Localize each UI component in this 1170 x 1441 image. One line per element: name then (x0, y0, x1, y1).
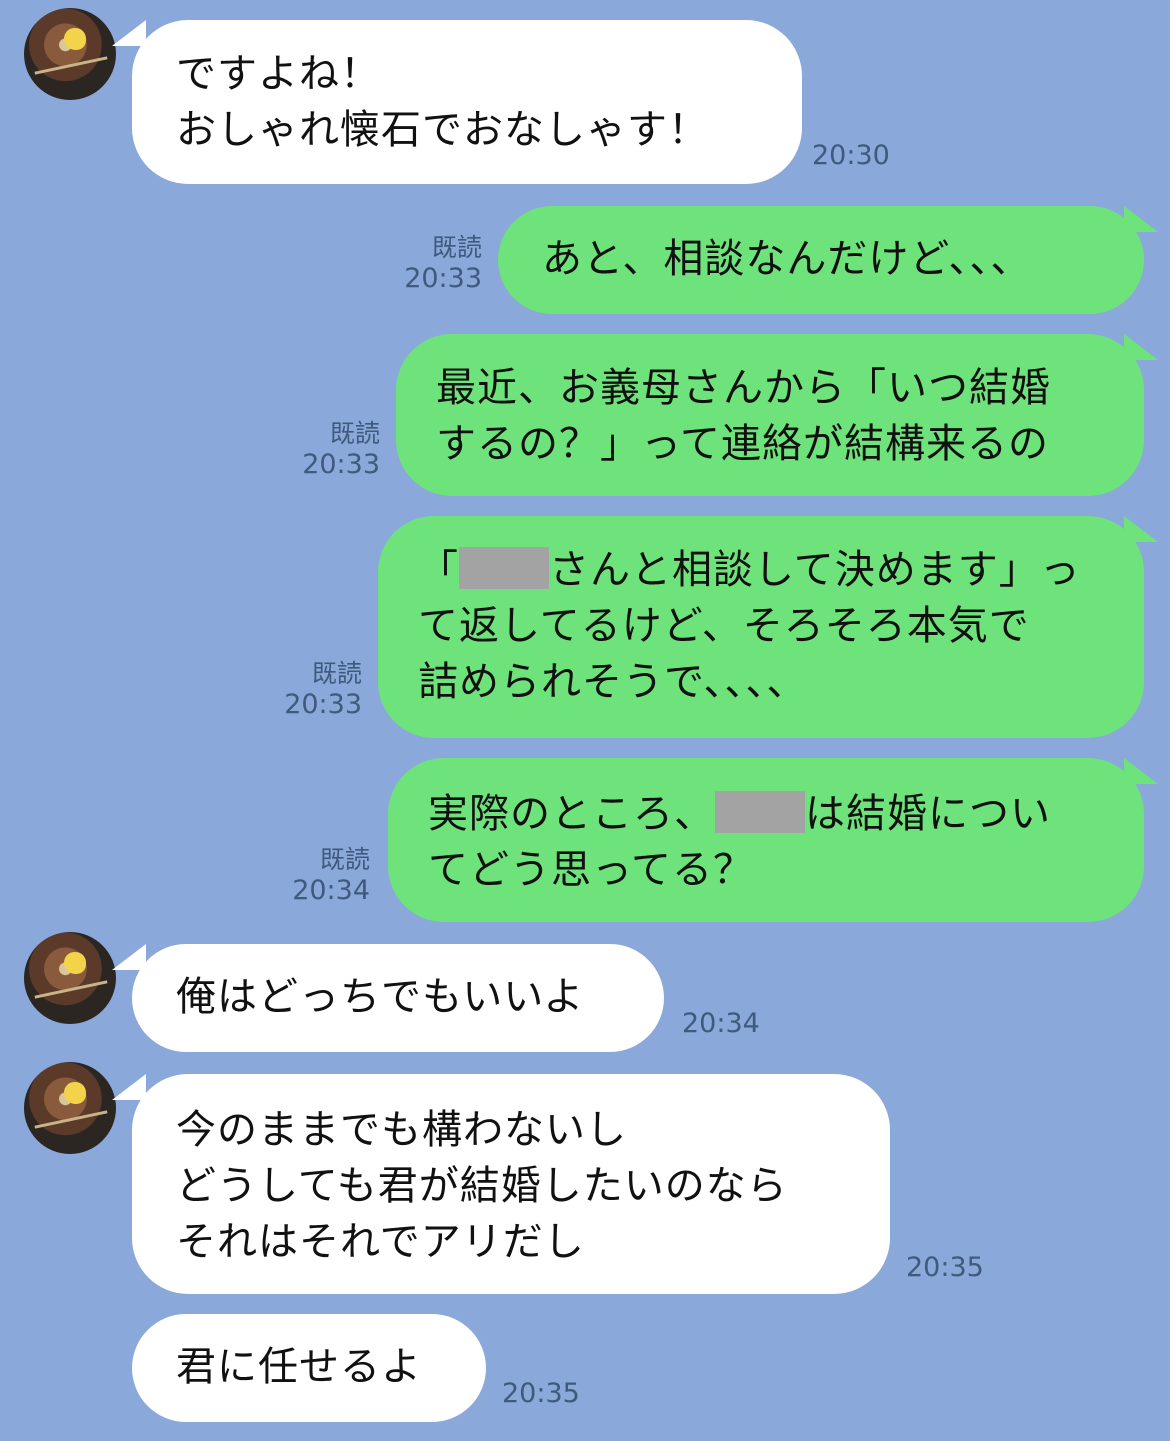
message-timestamp: 20:35 (502, 1378, 580, 1409)
message-text: 「 (418, 547, 459, 593)
message-meta: 既読 20:34 (266, 844, 370, 906)
contact-avatar[interactable] (24, 1062, 116, 1154)
chat-thread: ですよね！ おしゃれ懐石でおなしゃす！ 20:30 既読 20:33 あと、相談… (0, 0, 1170, 1441)
message-timestamp: 20:33 (284, 689, 362, 720)
read-receipt: 既読 (311, 659, 362, 688)
outgoing-message-bubble[interactable]: 実際のところ、 は結婚につい てどう思ってる？ (388, 758, 1144, 922)
message-timestamp: 20:34 (682, 1008, 760, 1039)
bubble-tail (112, 1074, 146, 1100)
message-timestamp: 20:35 (906, 1252, 984, 1283)
incoming-message-bubble[interactable]: ですよね！ おしゃれ懐石でおなしゃす！ (132, 20, 802, 184)
message-meta: 既読 20:33 (276, 418, 380, 480)
outgoing-message-bubble[interactable]: あと、相談なんだけど、、、 (498, 206, 1144, 314)
message-timestamp: 20:33 (404, 263, 482, 294)
outgoing-message-bubble[interactable]: 「さんと相談して決めます」っ て返してるけど、そろそろ本気で 詰められそうで、、… (378, 516, 1144, 738)
bubble-tail (1124, 516, 1158, 542)
message-timestamp: 20:33 (302, 449, 380, 480)
contact-avatar[interactable] (24, 8, 116, 100)
outgoing-message-bubble[interactable]: 最近、お義母さんから「いつ結婚 するの？」って連絡が結構来るの (396, 334, 1144, 496)
message-meta: 既読 20:33 (376, 232, 482, 294)
read-receipt: 既読 (319, 845, 370, 874)
incoming-message-bubble[interactable]: 君に任せるよ (132, 1314, 486, 1422)
bubble-tail (1124, 334, 1158, 360)
contact-avatar[interactable] (24, 932, 116, 1024)
incoming-message-bubble[interactable]: 今のままでも構わないし どうしても君が結婚したいのなら それはそれでアリだし (132, 1074, 890, 1294)
redacted-name-mask (459, 547, 549, 589)
message-text: 実際のところ、 (428, 791, 715, 837)
redacted-name-mask (715, 791, 805, 833)
message-timestamp: 20:34 (292, 875, 370, 906)
incoming-message-bubble[interactable]: 俺はどっちでもいいよ (132, 944, 664, 1052)
read-receipt: 既読 (431, 233, 482, 262)
bubble-tail (1124, 758, 1158, 784)
message-timestamp: 20:30 (812, 140, 890, 171)
read-receipt: 既読 (329, 419, 380, 448)
bubble-tail (1124, 206, 1158, 232)
bubble-tail (112, 20, 146, 46)
message-meta: 既読 20:33 (258, 658, 362, 720)
